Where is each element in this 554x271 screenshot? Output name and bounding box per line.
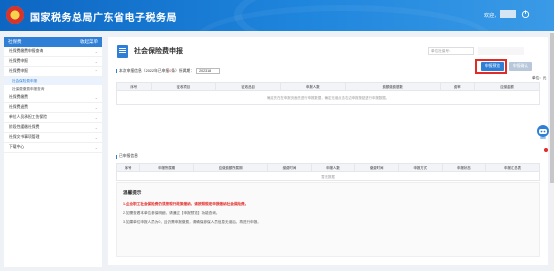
column-header: 序号 (115, 163, 141, 172)
column-header: 征收品目 (215, 82, 281, 91)
sidebar-item-label: 阶段性缓缴社保费 (9, 125, 40, 129)
sidebar-item-label: 社保费缴费 (9, 95, 28, 99)
sidebar-item-label: 社保费申报 (9, 59, 28, 63)
column-header: 申报汇总表 (485, 163, 540, 172)
sidebar-item-label: 单位人员承担工伤保险 (9, 115, 47, 119)
chevron-up-icon: ⌃ (94, 69, 98, 74)
declared-info-heading: 已申报信息 (116, 154, 138, 159)
empty-table-message: 暂无数据 (116, 171, 540, 181)
sidebar-item[interactable]: 社保费退费 ⌄ (4, 103, 102, 113)
sidebar-item-label: 社保费申报 (9, 69, 28, 73)
current-declaration-heading: 本次申报信息（2022年已申报 0 条）所属期： 202318 (116, 68, 221, 74)
column-header: 缴费时间 (354, 163, 399, 172)
chevron-down-icon: ⌄ (94, 115, 98, 120)
chevron-down-icon: ⌄ (94, 105, 98, 110)
section-title-mid: 条）所属期： (171, 68, 195, 73)
user-name-redacted (500, 10, 516, 18)
section-marker (116, 154, 117, 159)
column-header: 申报所属期 (139, 163, 195, 172)
column-header: 申报人数 (279, 82, 346, 91)
sidebar-subitem[interactable]: 社保费缴费申报查询 (4, 85, 102, 93)
collapse-menu-button[interactable]: 收起菜单 (80, 39, 98, 45)
sidebar-item-label: 社保费缴费申报查询 (9, 49, 44, 53)
column-header: 费额缴费基数 (344, 82, 441, 91)
column-header: 应缴费额所属期 (193, 163, 269, 172)
column-header: 征收项目 (150, 82, 217, 91)
chevron-down-icon: ⌄ (94, 49, 98, 54)
top-header: 国家税务总局广东省电子税务局 欢迎， (0, 0, 554, 31)
tax-code-redacted (478, 47, 524, 55)
assistant-robot-icon[interactable] (536, 124, 550, 140)
sidebar-item[interactable]: 社保费缴费 ⌄ (4, 93, 102, 103)
column-header: 费率 (439, 82, 476, 91)
section-marker (116, 69, 117, 73)
main-panel: 社会保险费申报 单位社保号： 申报预览 申报确认 本次申报信息（2022年已申报… (108, 37, 548, 265)
page-title: 社会保险费申报 (134, 48, 183, 55)
sidebar-item[interactable]: 社保费申报 ⌄ (4, 57, 102, 67)
chevron-down-icon: ⌄ (94, 125, 98, 130)
tips-title: 温馨提示 (123, 190, 142, 195)
column-header: 应缴金额 (474, 82, 540, 91)
column-header: 序号 (116, 82, 152, 91)
document-icon (117, 45, 128, 58)
sidebar-subitem-active[interactable]: 社会保险费申报 (4, 77, 102, 85)
tax-code-field: 单位社保号： (428, 47, 474, 55)
declared-info-table: 序号 申报所属期 应缴费额所属期 缴费时间 申报人数 缴费时间 申报方式 申报状… (115, 163, 540, 181)
sidebar-item-expanded[interactable]: 社保费申报 ⌃ (4, 67, 102, 77)
logout-icon[interactable] (521, 9, 530, 19)
welcome-text: 欢迎， (484, 13, 500, 19)
section-title-pre: 本次申报信息（2022年已申报 (119, 68, 170, 73)
sidebar-item-label: 社保费退费 (9, 105, 28, 109)
sidebar-item[interactable]: 社保文书事项管理 ⌄ (4, 133, 102, 143)
empty-table-message: 确定先在在申报页面先进行申报数据，确定无误点击右边申报按钮进行申报数据。 (116, 90, 540, 105)
unit-label: 单位：元 (532, 76, 547, 80)
section-title: 已申报信息 (119, 154, 138, 158)
sidebar-item-label: 社保文书事项管理 (9, 135, 40, 139)
sidebar-item[interactable]: 单位人员承担工伤保险 ⌄ (4, 113, 102, 123)
site-title: 国家税务总局广东省电子税务局 (30, 13, 177, 24)
sidebar-item[interactable]: 下载中心 ⌄ (4, 143, 102, 153)
chevron-down-icon: ⌄ (94, 145, 98, 150)
sidebar-item[interactable]: 阶段性缓缴社保费 ⌄ (4, 123, 102, 133)
sidebar-header: 社保费 收起菜单 (4, 37, 102, 47)
sidebar-item[interactable]: 社保费缴费申报查询 ⌄ (4, 47, 102, 57)
sidebar: 社保费 收起菜单 社保费缴费申报查询 ⌄ 社保费申报 ⌄ 社保费申报 ⌃ 社会保险费申… (4, 37, 102, 267)
column-header: 申报人数 (310, 163, 356, 172)
tax-emblem-icon (6, 6, 24, 24)
current-declaration-table: 序号 征收项目 征收品目 申报人数 费额缴费基数 费率 应缴金额 确定先在在申报… (116, 82, 540, 105)
period-select[interactable]: 202318 (196, 68, 221, 74)
notification-dot (544, 148, 548, 152)
declare-preview-button[interactable]: 申报预览 (481, 62, 504, 71)
tip-line: 2.如需查看本单位参保明细，请通过【申报预览】功能查询。 (123, 211, 220, 215)
column-header: 申报状态 (441, 163, 487, 172)
declare-confirm-button[interactable]: 申报确认 (509, 62, 532, 71)
page-scrollbar-thumb[interactable] (550, 33, 554, 183)
sidebar-title: 社保费 (8, 39, 22, 44)
sidebar-item-label: 下载中心 (9, 145, 25, 149)
tips-box: 温馨提示 1.企业职工社会保险费仍须按现行政策缴纳，请按照规定申报缴纳社会保险费… (116, 182, 540, 257)
column-header: 缴费时间 (267, 163, 312, 172)
tip-line: 3.如果单位申报人员为0，且仍需申报缴费，请确保参保人员信息无误后，再进行申报。 (123, 220, 261, 224)
chevron-down-icon: ⌄ (94, 135, 98, 140)
chevron-down-icon: ⌄ (94, 95, 98, 100)
chevron-down-icon: ⌄ (94, 59, 98, 64)
column-header: 申报方式 (397, 163, 443, 172)
tip-line: 1.企业职工社会保险费仍须按现行政策缴纳，请按照规定申报缴纳社会保险费。 (123, 202, 249, 206)
